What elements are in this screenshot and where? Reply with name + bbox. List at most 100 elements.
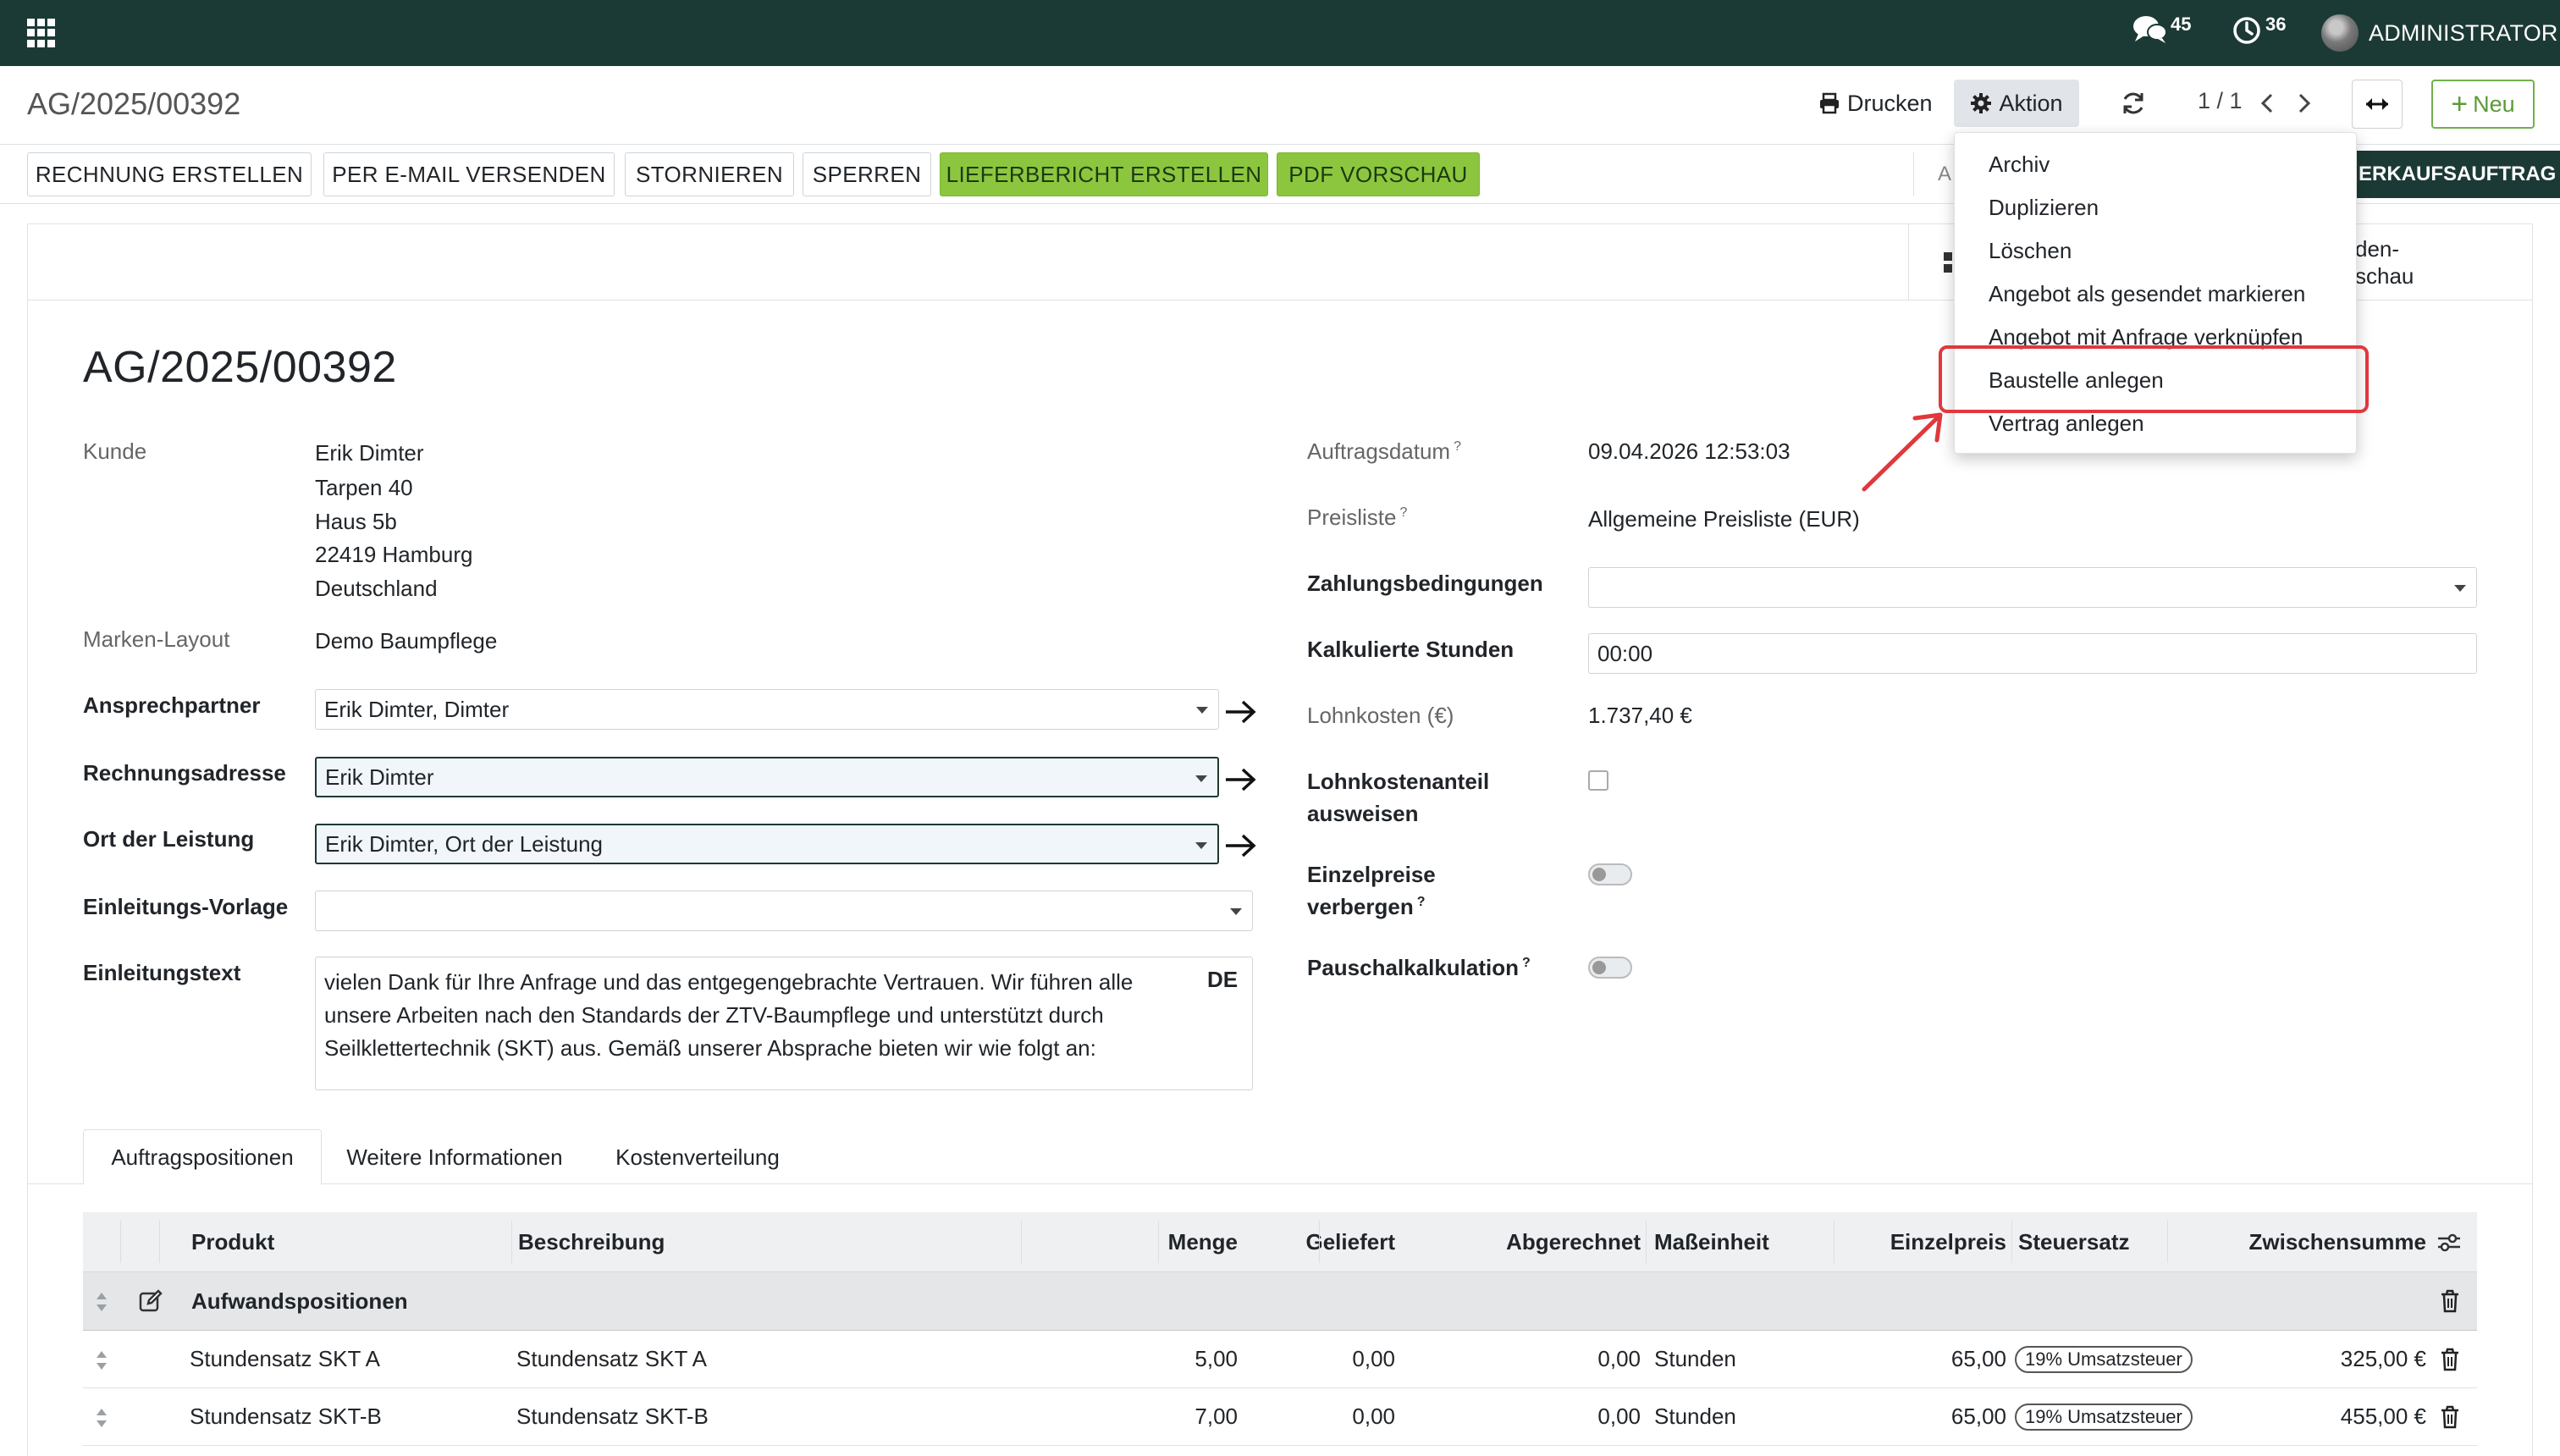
cell-invoiced[interactable]: 0,00	[1361, 1388, 1641, 1445]
cell-invoiced[interactable]: 0,00	[1361, 1331, 1641, 1387]
trash-icon[interactable]	[2440, 1289, 2460, 1313]
section-row[interactable]: Aufwandspositionen	[83, 1271, 2477, 1331]
help-icon[interactable]: ?	[1399, 505, 1407, 520]
cell-tax[interactable]: 19% Umsatzsteuer	[2015, 1388, 2193, 1445]
user-menu[interactable]: ADMINISTRATOR	[2321, 14, 2558, 52]
arrow-right-icon[interactable]	[1224, 831, 1258, 860]
show-labor-share-checkbox[interactable]	[1588, 770, 1608, 791]
cell-subtotal: 455,00 €	[2340, 1404, 2426, 1429]
cell-description[interactable]: Stundensatz SKT A	[516, 1331, 707, 1387]
hide-unit-prices-toggle[interactable]	[1588, 863, 1632, 885]
cell-product[interactable]: Stundensatz SKT-B	[190, 1388, 382, 1445]
table-row[interactable]: Stundensatz SKT-B Stundensatz SKT-B 7,00…	[83, 1388, 2477, 1446]
menu-item-archive[interactable]: Archiv	[1989, 152, 2050, 178]
arrow-right-icon[interactable]	[1224, 765, 1258, 794]
tab-other-info[interactable]: Weitere Informationen	[323, 1129, 586, 1185]
help-icon[interactable]: ?	[1522, 956, 1531, 970]
table-row[interactable]: Stundensatz SKT A Stundensatz SKT A 5,00…	[83, 1331, 2477, 1388]
column-divider	[1158, 1221, 1159, 1263]
drag-handle-icon[interactable]	[95, 1407, 108, 1429]
column-settings-icon[interactable]	[2436, 1233, 2462, 1253]
action-menu-button[interactable]: Aktion	[1954, 80, 2079, 127]
payment-terms-select[interactable]	[1588, 567, 2477, 608]
cell-uom[interactable]: Stunden	[1654, 1388, 1736, 1445]
cancel-order-button[interactable]: STORNIEREN	[625, 152, 794, 196]
menu-item-mark-sent[interactable]: Angebot als gesendet markieren	[1989, 281, 2305, 307]
menu-item-delete[interactable]: Löschen	[1989, 238, 2072, 264]
create-invoice-button[interactable]: RECHNUNG ERSTELLEN	[27, 152, 312, 196]
flat-rate-label: Pauschalkalkulation?	[1307, 955, 1531, 981]
col-product[interactable]: Produkt	[191, 1212, 274, 1271]
pdf-preview-button[interactable]: PDF VORSCHAU	[1277, 152, 1480, 196]
tab-cost-distribution[interactable]: Kostenverteilung	[588, 1129, 808, 1185]
status-step-current[interactable]: ERKAUFSAUFTRAG	[2353, 151, 2560, 198]
drag-handle-icon[interactable]	[95, 1291, 108, 1313]
cell-description[interactable]: Stundensatz SKT-B	[516, 1388, 709, 1445]
calc-hours-value: 00:00	[1597, 640, 1653, 666]
apps-menu-icon[interactable]	[27, 19, 56, 47]
print-button[interactable]: Drucken	[1818, 81, 1933, 125]
plus-icon: +	[2451, 88, 2469, 120]
smart-button-icon[interactable]	[1944, 252, 1952, 276]
pricelist-value[interactable]: Allgemeine Preisliste (EUR)	[1588, 506, 1860, 532]
status-step-partial[interactable]: A	[1913, 152, 1951, 196]
intro-template-select[interactable]	[315, 891, 1253, 931]
trash-icon[interactable]	[2440, 1348, 2460, 1371]
column-divider	[120, 1221, 121, 1263]
cell-unit-price[interactable]: 65,00	[1837, 1388, 2006, 1445]
menu-item-create-contract[interactable]: Vertrag anlegen	[1989, 411, 2144, 437]
customer-name[interactable]: Erik Dimter	[315, 440, 424, 466]
customer-street: Tarpen 40	[315, 475, 413, 500]
user-name: ADMINISTRATOR	[2369, 19, 2558, 46]
tax-badge[interactable]: 19% Umsatzsteuer	[2015, 1403, 2193, 1431]
section-title[interactable]: Aufwandspositionen	[191, 1272, 408, 1330]
activities-button[interactable]: 36	[2230, 12, 2286, 46]
col-unit-price[interactable]: Einzelpreis	[1837, 1212, 2006, 1271]
cell-unit-price[interactable]: 65,00	[1837, 1331, 2006, 1387]
cell-product[interactable]: Stundensatz SKT A	[190, 1331, 380, 1387]
cell-tax[interactable]: 19% Umsatzsteuer	[2015, 1331, 2193, 1387]
drag-handle-icon[interactable]	[95, 1349, 108, 1371]
edit-icon[interactable]	[139, 1289, 163, 1313]
order-date-value[interactable]: 09.04.2026 12:53:03	[1588, 438, 1790, 465]
order-date-label: Auftragsdatum?	[1307, 438, 1461, 465]
contact-select[interactable]: Erik Dimter, Dimter	[315, 689, 1219, 730]
messages-button[interactable]: 45	[2132, 12, 2191, 46]
arrow-right-icon[interactable]	[1224, 698, 1258, 726]
smart-button-label[interactable]: den- schau	[2355, 235, 2414, 290]
invoice-address-select[interactable]: Erik Dimter	[315, 757, 1219, 797]
col-invoiced[interactable]: Abgerechnet	[1361, 1212, 1641, 1271]
intro-template-label: Einleitungs-Vorlage	[83, 894, 289, 919]
chevron-right-icon[interactable]	[2292, 88, 2316, 119]
create-delivery-report-button[interactable]: LIEFERBERICHT ERSTELLEN	[940, 152, 1268, 196]
col-uom[interactable]: Maßeinheit	[1654, 1212, 1769, 1271]
messages-count: 45	[2171, 14, 2192, 35]
printer-icon	[1820, 92, 1839, 114]
pager-value[interactable]: 1 / 1	[2198, 88, 2243, 114]
chevron-left-icon[interactable]	[2255, 88, 2279, 119]
lock-order-button[interactable]: SPERREN	[803, 152, 931, 196]
trash-icon[interactable]	[2440, 1405, 2460, 1429]
customer-city: 22419 Hamburg	[315, 542, 473, 567]
cell-uom[interactable]: Stunden	[1654, 1331, 1736, 1387]
language-badge[interactable]: DE	[1207, 967, 1238, 993]
expand-width-button[interactable]	[2352, 80, 2403, 129]
calc-hours-input[interactable]: 00:00	[1588, 633, 2477, 674]
col-description[interactable]: Beschreibung	[518, 1212, 665, 1271]
intro-text-area[interactable]: vielen Dank für Ihre Anfrage und das ent…	[315, 957, 1253, 1090]
refresh-icon[interactable]	[2118, 88, 2149, 119]
help-icon[interactable]: ?	[1417, 895, 1426, 909]
tab-order-lines[interactable]: Auftragspositionen	[83, 1129, 322, 1185]
menu-item-duplicate[interactable]: Duplizieren	[1989, 195, 2099, 221]
brand-layout-value[interactable]: Demo Baumpflege	[315, 628, 497, 654]
brand-layout-label: Marken-Layout	[83, 626, 230, 652]
new-record-button[interactable]: + Neu	[2431, 80, 2535, 129]
service-location-select[interactable]: Erik Dimter, Ort der Leistung	[315, 824, 1219, 864]
send-email-button[interactable]: PER E-MAIL VERSENDEN	[323, 152, 615, 196]
tax-badge[interactable]: 19% Umsatzsteuer	[2015, 1345, 2193, 1373]
flat-rate-toggle[interactable]	[1588, 957, 1632, 979]
annotation-highlight	[1939, 345, 2369, 413]
col-tax[interactable]: Steuersatz	[2018, 1212, 2130, 1271]
help-icon[interactable]: ?	[1454, 439, 1461, 454]
col-subtotal[interactable]: Zwischensumme	[2172, 1212, 2426, 1271]
